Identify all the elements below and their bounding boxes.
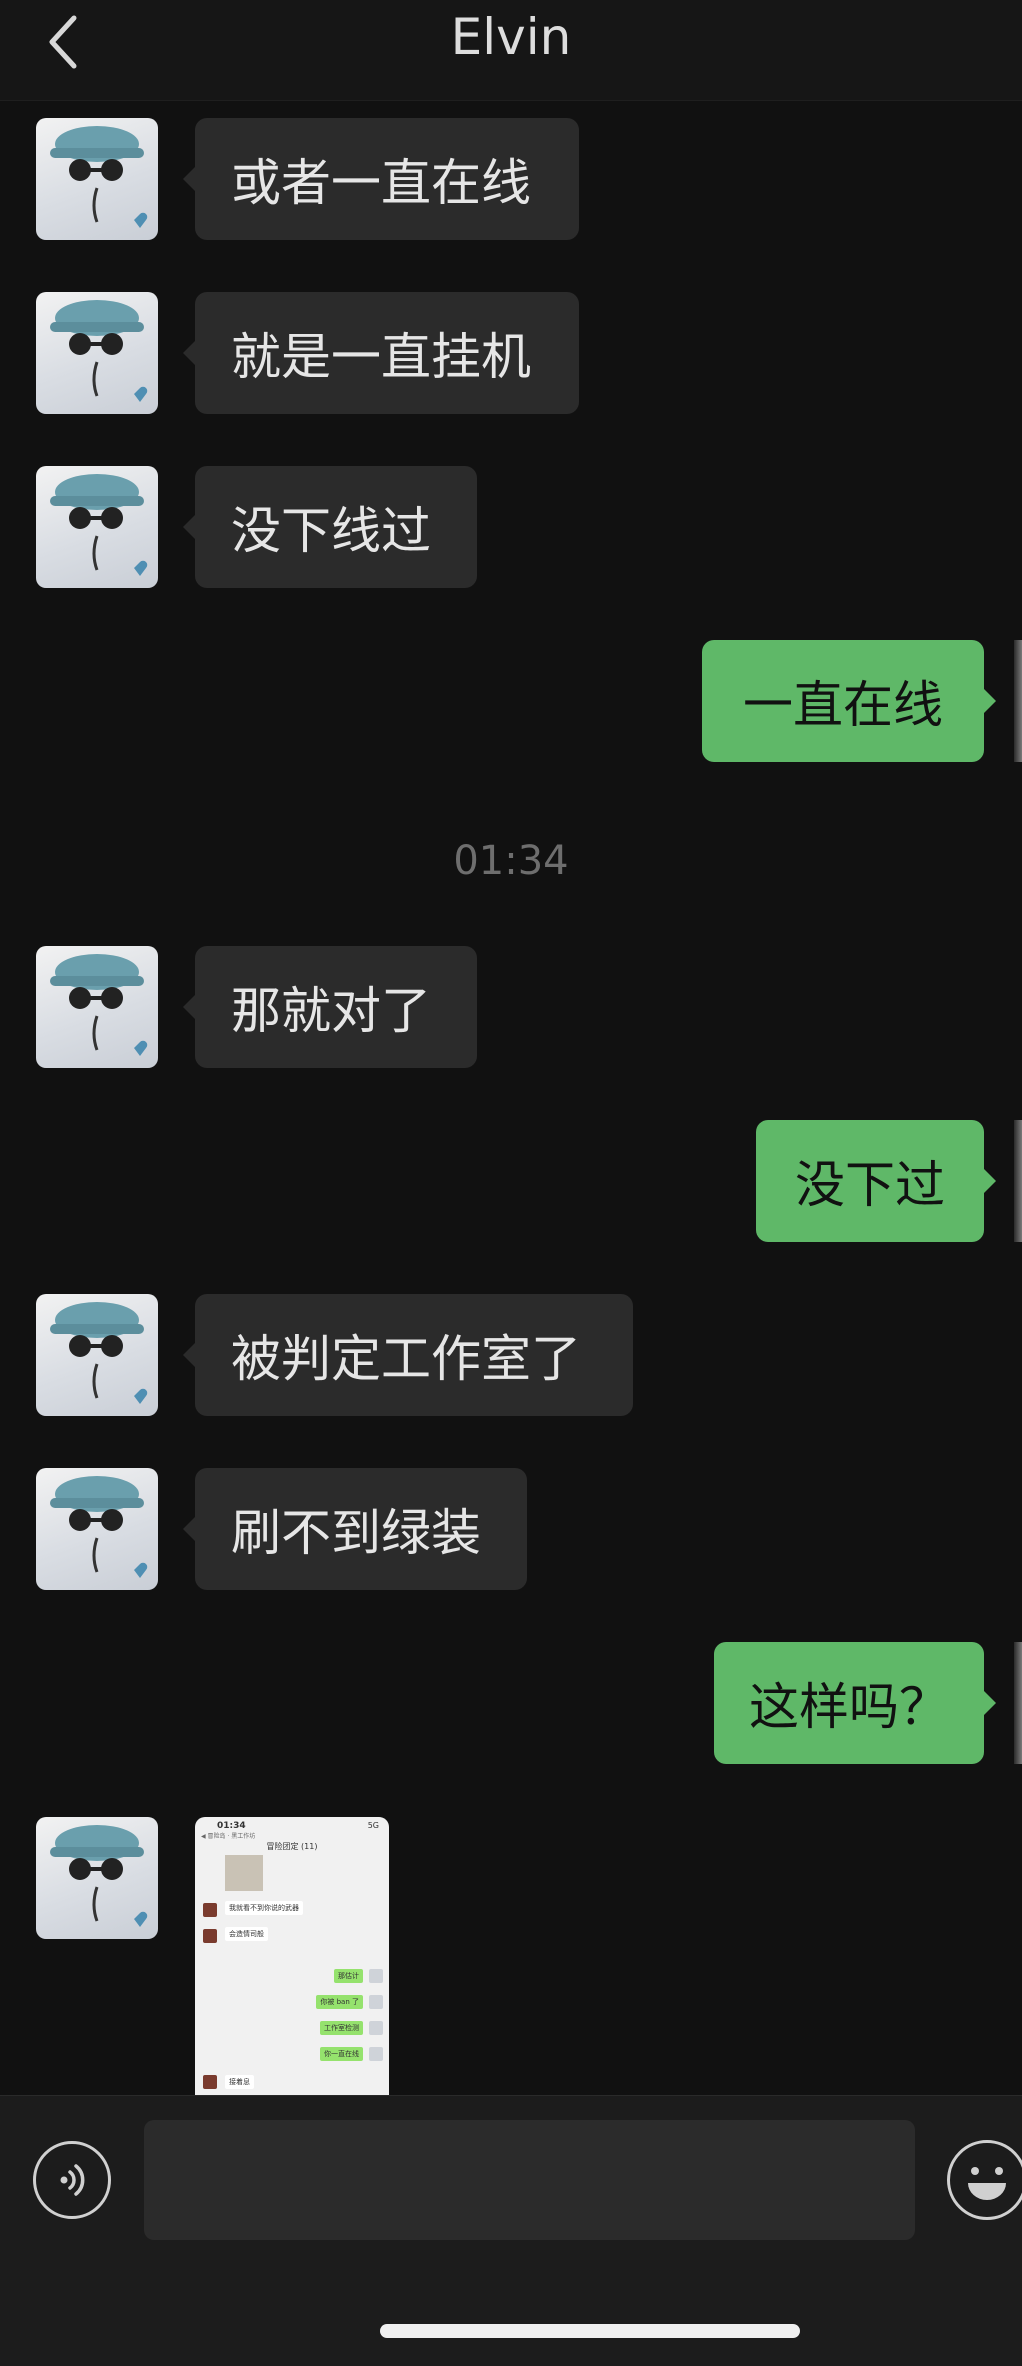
message-bubble-incoming[interactable]: 没下线过 xyxy=(183,466,477,588)
thumb-row: 接着息 xyxy=(225,2075,254,2089)
thumb-row: 你一直在线 xyxy=(320,2047,363,2061)
message-image-screenshot[interactable]: 01:34 5G ◀ 冒险岛 · 黑工作坊 冒险团定 (11) 我就看不到你说的… xyxy=(195,1817,389,2095)
emoji-icon[interactable] xyxy=(947,2140,1022,2220)
chat-header: Elvin xyxy=(0,0,1022,101)
thumb-row: 我就看不到你说的武器 xyxy=(225,1901,303,1915)
message-timestamp: 01:34 xyxy=(453,838,569,884)
thumb-row: 那估计 xyxy=(334,1969,363,1983)
voice-input-icon[interactable] xyxy=(33,2141,111,2219)
message-bubble-outgoing[interactable]: 没下过 xyxy=(756,1120,996,1242)
contact-avatar[interactable] xyxy=(36,946,158,1068)
contact-avatar[interactable] xyxy=(36,118,158,240)
thumb-avatar xyxy=(203,1903,217,1917)
message-bubble-incoming[interactable]: 或者一直在线 xyxy=(183,118,579,240)
thumb-status-signal: 5G xyxy=(367,1821,379,1830)
thumb-status-time: 01:34 xyxy=(217,1821,246,1831)
thumb-avatar xyxy=(369,2047,383,2061)
message-input[interactable] xyxy=(144,2120,915,2240)
thumb-avatar xyxy=(203,2075,217,2089)
thumb-avatar xyxy=(369,2021,383,2035)
contact-avatar[interactable] xyxy=(36,1468,158,1590)
thumb-title: 冒险团定 (11) xyxy=(266,1842,318,1851)
contact-avatar[interactable] xyxy=(36,466,158,588)
message-bubble-incoming[interactable]: 那就对了 xyxy=(183,946,477,1068)
thumb-row: 会造情司般 xyxy=(225,1927,268,1941)
thumb-row: 你被 ban 了 xyxy=(316,1995,363,2009)
thumb-photo xyxy=(225,1855,263,1891)
thumb-avatar xyxy=(203,1929,217,1943)
self-avatar-edge xyxy=(1014,1120,1022,1242)
self-avatar-edge xyxy=(1014,1642,1022,1764)
message-bubble-incoming[interactable]: 刷不到绿装 xyxy=(183,1468,527,1590)
home-indicator xyxy=(380,2324,800,2338)
chat-title: Elvin xyxy=(450,8,572,66)
message-bubble-incoming[interactable]: 就是一直挂机 xyxy=(183,292,579,414)
contact-avatar[interactable] xyxy=(36,1817,158,1939)
message-bubble-incoming[interactable]: 被判定工作室了 xyxy=(183,1294,633,1416)
thumb-avatar xyxy=(369,1969,383,1983)
message-bubble-outgoing[interactable]: 一直在线 xyxy=(702,640,996,762)
thumb-avatar xyxy=(369,1995,383,2009)
contact-avatar[interactable] xyxy=(36,1294,158,1416)
self-avatar-edge xyxy=(1014,640,1022,762)
thumb-subtitle: ◀ 冒险岛 · 黑工作坊 xyxy=(201,1833,256,1840)
message-bubble-outgoing[interactable]: 这样吗？ xyxy=(714,1642,996,1764)
contact-avatar[interactable] xyxy=(36,292,158,414)
thumb-row: 工作室检测 xyxy=(320,2021,363,2035)
